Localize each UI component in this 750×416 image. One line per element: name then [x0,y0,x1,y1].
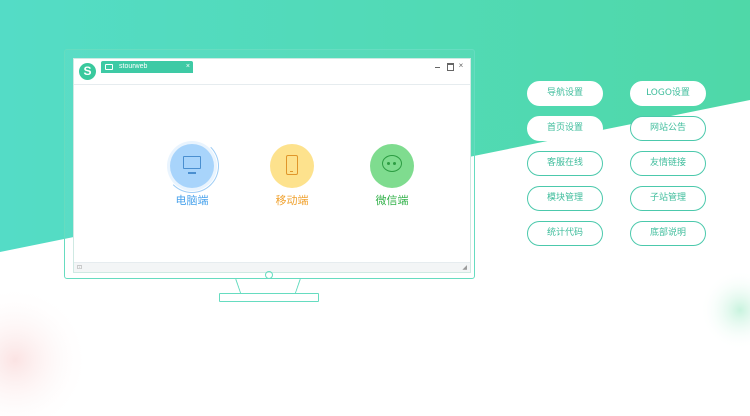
friend-links-button[interactable]: 友情链接 [630,151,706,176]
footer-description-button[interactable]: 底部说明 [630,221,706,246]
client-desktop-label: 电脑端 [175,194,209,207]
stats-code-button[interactable]: 统计代码 [527,221,603,246]
browser-window: S stourweb × × 电脑端 移动端 微信端 ⊡ ◢ [74,59,470,272]
power-icon [265,271,273,279]
monitor-neck [235,279,301,294]
desktop-icon-stand [188,172,196,174]
browser-tab[interactable]: stourweb × [101,61,193,73]
site-announcement-button[interactable]: 网站公告 [630,116,706,141]
decorative-pink-blob [0,285,90,416]
module-management-button[interactable]: 模块管理 [527,186,603,211]
tab-grid-icon [105,64,113,70]
client-mobile[interactable]: 移动端 [262,144,322,208]
status-page-icon: ⊡ [77,264,83,271]
substation-management-button[interactable]: 子站管理 [630,186,706,211]
status-bar: ⊡ ◢ [74,262,470,272]
tab-close-icon[interactable]: × [186,61,190,73]
desktop-icon [183,156,201,169]
logo-settings-button[interactable]: LOGO设置 [630,81,706,106]
client-wechat[interactable]: 微信端 [362,144,422,208]
wechat-icon-circle[interactable] [370,144,414,188]
resize-grip-icon[interactable]: ◢ [462,264,467,272]
client-wechat-label: 微信端 [375,194,409,207]
nav-settings-button[interactable]: 导航设置 [527,81,603,106]
decorative-green-blob [700,270,750,350]
minimize-button[interactable] [433,61,443,71]
desktop-icon-circle[interactable] [165,139,219,193]
window-titlebar: S stourweb × × [74,59,470,85]
monitor-base [219,293,319,302]
client-mobile-label: 移动端 [275,194,309,207]
mobile-phone-icon [286,155,298,175]
maximize-button[interactable] [445,61,455,71]
wechat-icon [382,155,402,172]
app-logo: S [79,63,96,80]
mobile-icon-circle[interactable] [270,144,314,188]
close-button[interactable]: × [456,61,466,71]
online-service-button[interactable]: 客服在线 [527,151,603,176]
homepage-settings-button[interactable]: 首页设置 [527,116,603,141]
tab-label: stourweb [119,63,148,70]
client-desktop[interactable]: 电脑端 [162,139,222,208]
